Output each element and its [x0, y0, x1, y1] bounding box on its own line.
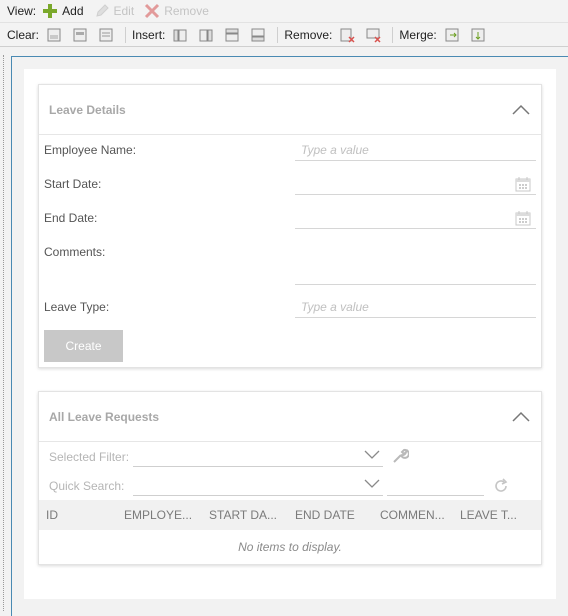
clear-label: Clear: — [7, 27, 40, 42]
remove-label: Remove — [164, 4, 209, 18]
insert-row-below-icon[interactable] — [249, 26, 267, 44]
leave-details-panel: Leave Details Employee Name: Type a valu… — [38, 84, 542, 368]
column-header[interactable]: LEAVE T... — [460, 508, 534, 522]
close-icon — [145, 3, 160, 19]
toolbar-divider — [125, 26, 127, 43]
remove-button[interactable]: Remove — [144, 3, 209, 19]
add-button[interactable]: Add — [42, 3, 84, 19]
start-date-label: Start Date: — [44, 177, 102, 191]
leave-type-placeholder: Type a value — [301, 300, 369, 314]
remove-group-label: Remove: — [284, 27, 333, 42]
toolbar-divider — [392, 26, 394, 43]
chevron-up-icon[interactable] — [511, 407, 531, 427]
leave-type-input[interactable]: Type a value — [295, 296, 536, 318]
start-date-input[interactable] — [295, 173, 536, 195]
employee-name-input[interactable]: Type a value — [295, 139, 536, 161]
all-leave-requests-header[interactable]: All Leave Requests — [39, 392, 541, 442]
edit-label: Edit — [113, 4, 135, 18]
toolbar-divider — [277, 26, 279, 43]
insert-column-left-icon[interactable] — [171, 26, 189, 44]
plus-icon — [43, 4, 58, 18]
column-header[interactable]: EMPLOYE... — [124, 508, 209, 522]
refresh-icon[interactable] — [492, 477, 510, 495]
edit-button[interactable]: Edit — [94, 3, 135, 19]
chevron-up-icon[interactable] — [511, 100, 531, 120]
leave-details-header[interactable]: Leave Details — [39, 85, 541, 135]
view-label: View: — [7, 4, 37, 18]
merge-label: Merge: — [399, 27, 437, 42]
column-header[interactable]: COMMEN... — [380, 508, 460, 522]
comments-input[interactable] — [295, 263, 536, 285]
employee-name-label: Employee Name: — [44, 143, 137, 157]
canvas-guide-line — [3, 55, 4, 611]
chevron-down-icon — [364, 479, 380, 488]
all-leave-requests-panel: All Leave Requests Selected Filter: Quic… — [38, 391, 542, 565]
leave-type-label: Leave Type: — [44, 300, 110, 314]
quick-search-label: Quick Search: — [49, 479, 125, 493]
insert-row-above-icon[interactable] — [223, 26, 241, 44]
empty-grid-message: No items to display. — [238, 540, 342, 554]
quick-search-column-select[interactable] — [133, 474, 383, 496]
merge-down-icon[interactable] — [469, 26, 487, 44]
clear-all-icon[interactable] — [97, 26, 115, 44]
column-header[interactable]: END DATE — [295, 508, 380, 522]
end-date-label: End Date: — [44, 211, 98, 225]
merge-right-icon[interactable] — [443, 26, 461, 44]
end-date-input[interactable] — [295, 207, 536, 229]
selected-filter-select[interactable] — [133, 445, 383, 467]
selected-filter-label: Selected Filter: — [49, 450, 130, 464]
column-header[interactable]: ID — [39, 508, 124, 522]
insert-label: Insert: — [132, 27, 166, 42]
calendar-icon[interactable] — [515, 210, 531, 226]
add-label: Add — [62, 4, 84, 18]
toolbar-layout-row: Clear: Insert: Remove: Merge: — [0, 23, 568, 47]
grid-header: ID EMPLOYE... START DA... END DATE COMME… — [39, 500, 541, 530]
pencil-icon — [95, 4, 109, 17]
form-sheet: Leave Details Employee Name: Type a valu… — [24, 69, 556, 599]
quick-search-input[interactable] — [387, 474, 484, 496]
create-button[interactable]: Create — [44, 330, 123, 362]
panel-title: Leave Details — [49, 102, 126, 117]
designer-canvas: Leave Details Employee Name: Type a valu… — [0, 47, 568, 616]
clear-cell-icon[interactable] — [45, 26, 63, 44]
remove-row-icon[interactable] — [364, 26, 382, 44]
insert-column-right-icon[interactable] — [197, 26, 215, 44]
clear-row-icon[interactable] — [71, 26, 89, 44]
wrench-icon[interactable] — [391, 447, 409, 465]
comments-label: Comments: — [44, 245, 106, 259]
calendar-icon[interactable] — [515, 176, 531, 192]
employee-name-placeholder: Type a value — [301, 143, 369, 157]
chevron-down-icon — [364, 450, 380, 459]
remove-column-icon[interactable] — [338, 26, 356, 44]
panel-title: All Leave Requests — [49, 409, 160, 424]
toolbar-view-row: View: Add Edit Remove — [0, 0, 568, 23]
column-header[interactable]: START DA... — [209, 508, 295, 522]
